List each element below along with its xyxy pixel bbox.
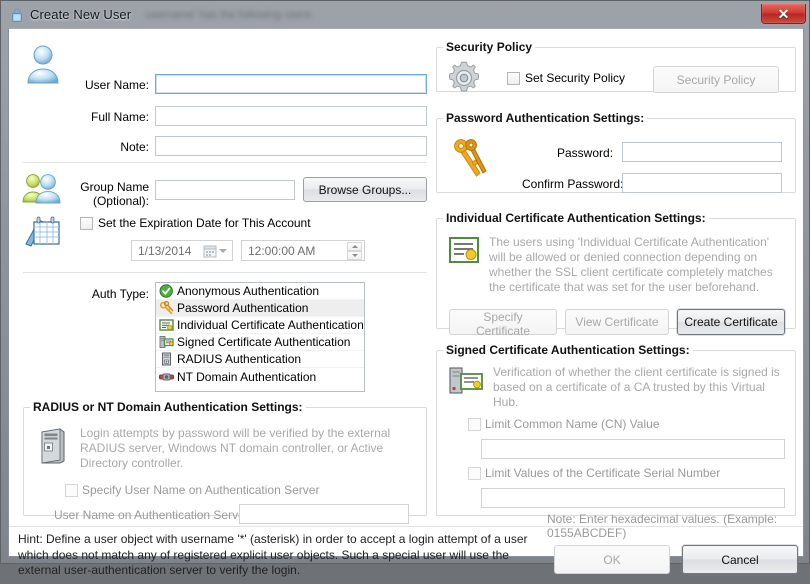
specify-username-checkbox[interactable] bbox=[65, 484, 78, 497]
lock-icon bbox=[12, 7, 22, 22]
spinner-down-button[interactable] bbox=[347, 250, 362, 260]
set-security-policy-label: Set Security Policy bbox=[525, 71, 626, 85]
expiration-checkbox[interactable] bbox=[80, 217, 93, 230]
limit-serial-label: Limit Values of the Certificate Serial N… bbox=[485, 466, 721, 480]
auth-list-item-label: NT Domain Authentication bbox=[177, 369, 317, 384]
group-icon bbox=[22, 174, 61, 204]
radius-settings-legend: RADIUS or NT Domain Authentication Setti… bbox=[33, 400, 303, 414]
auth-list-item-label: Password Authentication bbox=[177, 301, 309, 315]
auth-list-item-nt-domain[interactable]: NT Domain Authentication bbox=[156, 368, 364, 385]
limit-serial-input[interactable] bbox=[481, 488, 785, 508]
auth-list-item-radius[interactable]: RADIUS Authentication bbox=[156, 351, 364, 368]
server-icon bbox=[162, 352, 171, 366]
footer-divider bbox=[9, 526, 803, 527]
individual-cert-group: Individual Certificate Authentication Se… bbox=[436, 211, 796, 338]
expiration-date-value: 1/13/2014 bbox=[138, 243, 192, 258]
note-input[interactable] bbox=[155, 136, 427, 156]
server-tower-icon bbox=[41, 428, 65, 464]
security-policy-group: Security Policy Set Security Policy Secu… bbox=[436, 40, 796, 93]
radius-settings-group: RADIUS or NT Domain Authentication Setti… bbox=[23, 400, 427, 524]
chevron-down-icon bbox=[219, 248, 227, 253]
limit-serial-checkbox[interactable] bbox=[468, 467, 481, 480]
create-certificate-button[interactable]: Create Certificate bbox=[677, 309, 785, 335]
fullname-input[interactable] bbox=[155, 106, 427, 126]
dialog-client-area: User Name: Full Name: Note: Group Name (… bbox=[8, 28, 804, 577]
calendar-icon bbox=[25, 216, 60, 247]
radius-description: Login attempts by password will be verif… bbox=[80, 426, 391, 470]
password-auth-group: Password Authentication Settings: Passwo… bbox=[436, 111, 796, 193]
security-policy-legend: Security Policy bbox=[446, 40, 533, 54]
expiration-time-picker[interactable]: 12:00:00 AM bbox=[241, 240, 365, 261]
key-icon bbox=[160, 301, 174, 315]
confirm-password-input[interactable] bbox=[622, 173, 782, 193]
limit-cn-input[interactable] bbox=[481, 439, 785, 459]
title-background-text: username' has the following users bbox=[145, 8, 312, 21]
set-security-policy-checkbox[interactable] bbox=[507, 72, 520, 85]
fullname-label: Full Name: bbox=[90, 110, 149, 124]
password-auth-legend: Password Authentication Settings: bbox=[446, 111, 645, 125]
divider-2 bbox=[23, 272, 427, 273]
password-label: Password: bbox=[557, 146, 614, 160]
signed-cert-group: Signed Certificate Authentication Settin… bbox=[436, 343, 796, 540]
signed-certificate-icon bbox=[159, 336, 174, 348]
note-label: Note: bbox=[120, 140, 149, 154]
signed-cert-description: Verification of whether the client certi… bbox=[493, 365, 780, 409]
signed-certificate-large-icon bbox=[449, 367, 483, 394]
auth-list-item-individual-certificate[interactable]: Individual Certificate Authentication bbox=[156, 317, 364, 334]
auth-type-label: Auth Type: bbox=[91, 287, 149, 301]
username-label: User Name: bbox=[85, 78, 150, 92]
spinner-up-button[interactable] bbox=[347, 241, 362, 251]
auth-list-item-signed-certificate[interactable]: Signed Certificate Authentication bbox=[156, 334, 364, 351]
green-check-icon bbox=[159, 284, 173, 298]
expiration-time-value: 12:00:00 AM bbox=[248, 243, 316, 258]
auth-list-item-password[interactable]: Password Authentication bbox=[156, 300, 364, 317]
group-name-input[interactable] bbox=[155, 180, 295, 200]
auth-list-item-label: Individual Certificate Authentication bbox=[177, 318, 364, 332]
expiration-date-picker[interactable]: 1/13/2014 bbox=[131, 240, 233, 261]
divider-1 bbox=[23, 162, 427, 163]
auth-list-item-label: Signed Certificate Authentication bbox=[177, 335, 351, 349]
dialog-window: Create New User username' has the follow… bbox=[0, 0, 810, 577]
auth-list-item-label: RADIUS Authentication bbox=[177, 352, 302, 366]
browse-groups-button[interactable]: Browse Groups... bbox=[303, 177, 427, 202]
keys-icon bbox=[454, 139, 487, 177]
window-title: Create New User bbox=[30, 7, 132, 22]
certificate-icon bbox=[159, 319, 174, 331]
calendar-small-icon bbox=[203, 245, 217, 257]
specify-username-checkbox-label: Specify User Name on Authentication Serv… bbox=[82, 483, 320, 497]
specify-certificate-button[interactable]: Specify Certificate bbox=[449, 309, 557, 338]
password-input[interactable] bbox=[622, 142, 782, 162]
close-icon: ✕ bbox=[777, 5, 790, 22]
limit-cn-checkbox[interactable] bbox=[468, 418, 481, 431]
signed-cert-legend: Signed Certificate Authentication Settin… bbox=[446, 343, 690, 357]
group-name-label-line2: (Optional): bbox=[92, 194, 149, 208]
individual-cert-legend: Individual Certificate Authentication Se… bbox=[446, 211, 706, 225]
certificate-large-icon bbox=[449, 237, 479, 263]
view-certificate-button[interactable]: View Certificate bbox=[565, 309, 669, 335]
auth-list-item-anonymous[interactable]: Anonymous Authentication bbox=[156, 283, 364, 300]
gear-icon bbox=[448, 61, 480, 92]
user-icon bbox=[27, 45, 59, 84]
cancel-button[interactable]: Cancel bbox=[682, 545, 798, 574]
auth-server-username-label: User Name on Authentication Server: bbox=[54, 508, 253, 522]
hint-text: Hint: Define a user object with username… bbox=[18, 532, 528, 577]
auth-list-item-label: Anonymous Authentication bbox=[177, 284, 320, 298]
confirm-password-label: Confirm Password: bbox=[522, 177, 624, 191]
nt-domain-icon bbox=[159, 373, 174, 380]
time-spinner[interactable] bbox=[347, 241, 362, 260]
username-input[interactable] bbox=[155, 74, 427, 94]
ok-button[interactable]: OK bbox=[554, 545, 670, 574]
title-bar: Create New User username' has the follow… bbox=[1, 1, 810, 28]
close-button[interactable]: ✕ bbox=[761, 4, 806, 24]
auth-type-list[interactable]: Anonymous Authentication Password Authen… bbox=[155, 282, 365, 392]
individual-cert-description: The users using 'Individual Certificate … bbox=[489, 235, 773, 294]
security-policy-button[interactable]: Security Policy bbox=[653, 66, 779, 93]
group-name-label-line1: Group Name bbox=[80, 180, 149, 194]
auth-server-username-input[interactable] bbox=[239, 504, 409, 524]
expiration-checkbox-label: Set the Expiration Date for This Account bbox=[98, 216, 311, 230]
limit-cn-label: Limit Common Name (CN) Value bbox=[485, 417, 660, 431]
